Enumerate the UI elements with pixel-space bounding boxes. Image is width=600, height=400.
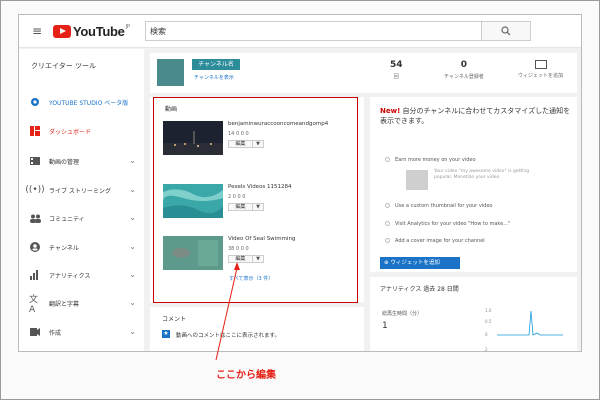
annotation-arrow — [215, 262, 240, 361]
annotation-label: ここから編集 — [216, 370, 276, 381]
